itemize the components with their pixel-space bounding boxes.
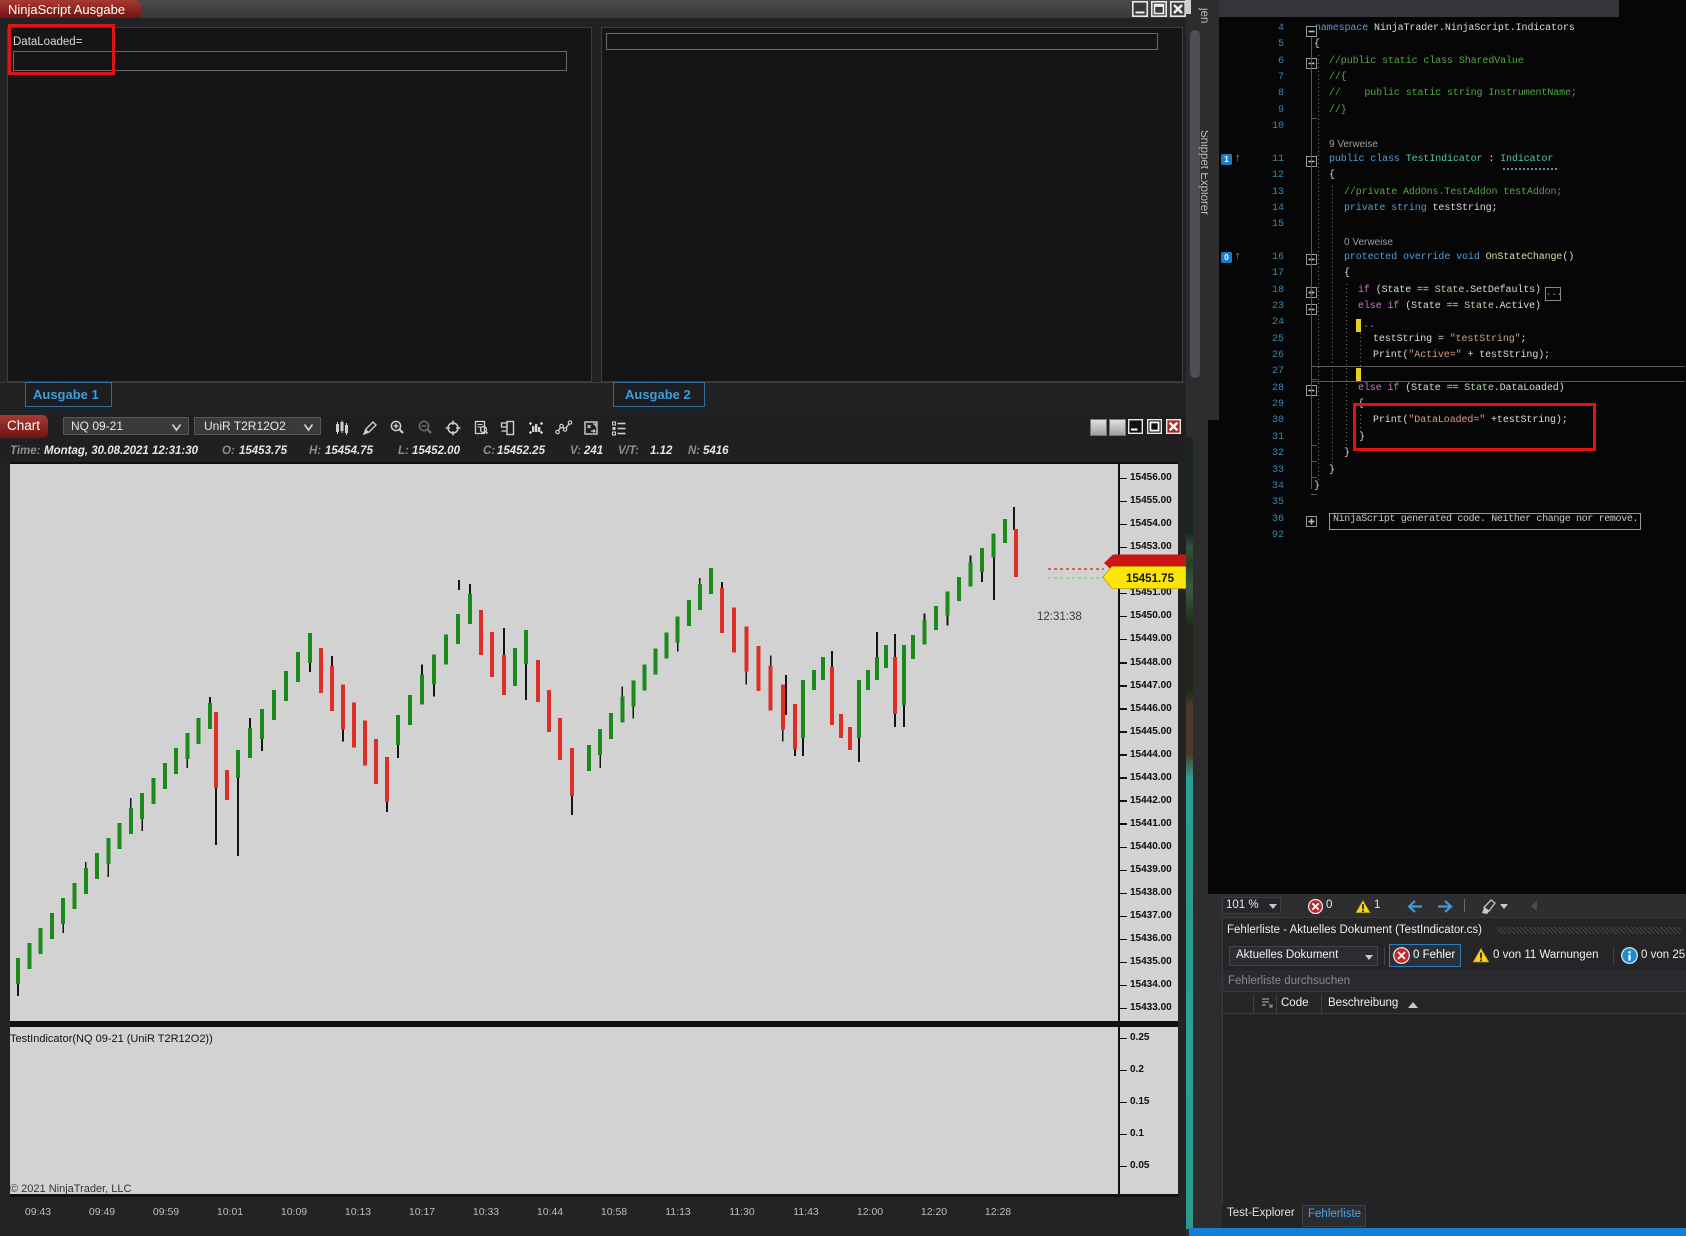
svg-text:15451.75: 15451.75	[1126, 573, 1175, 585]
